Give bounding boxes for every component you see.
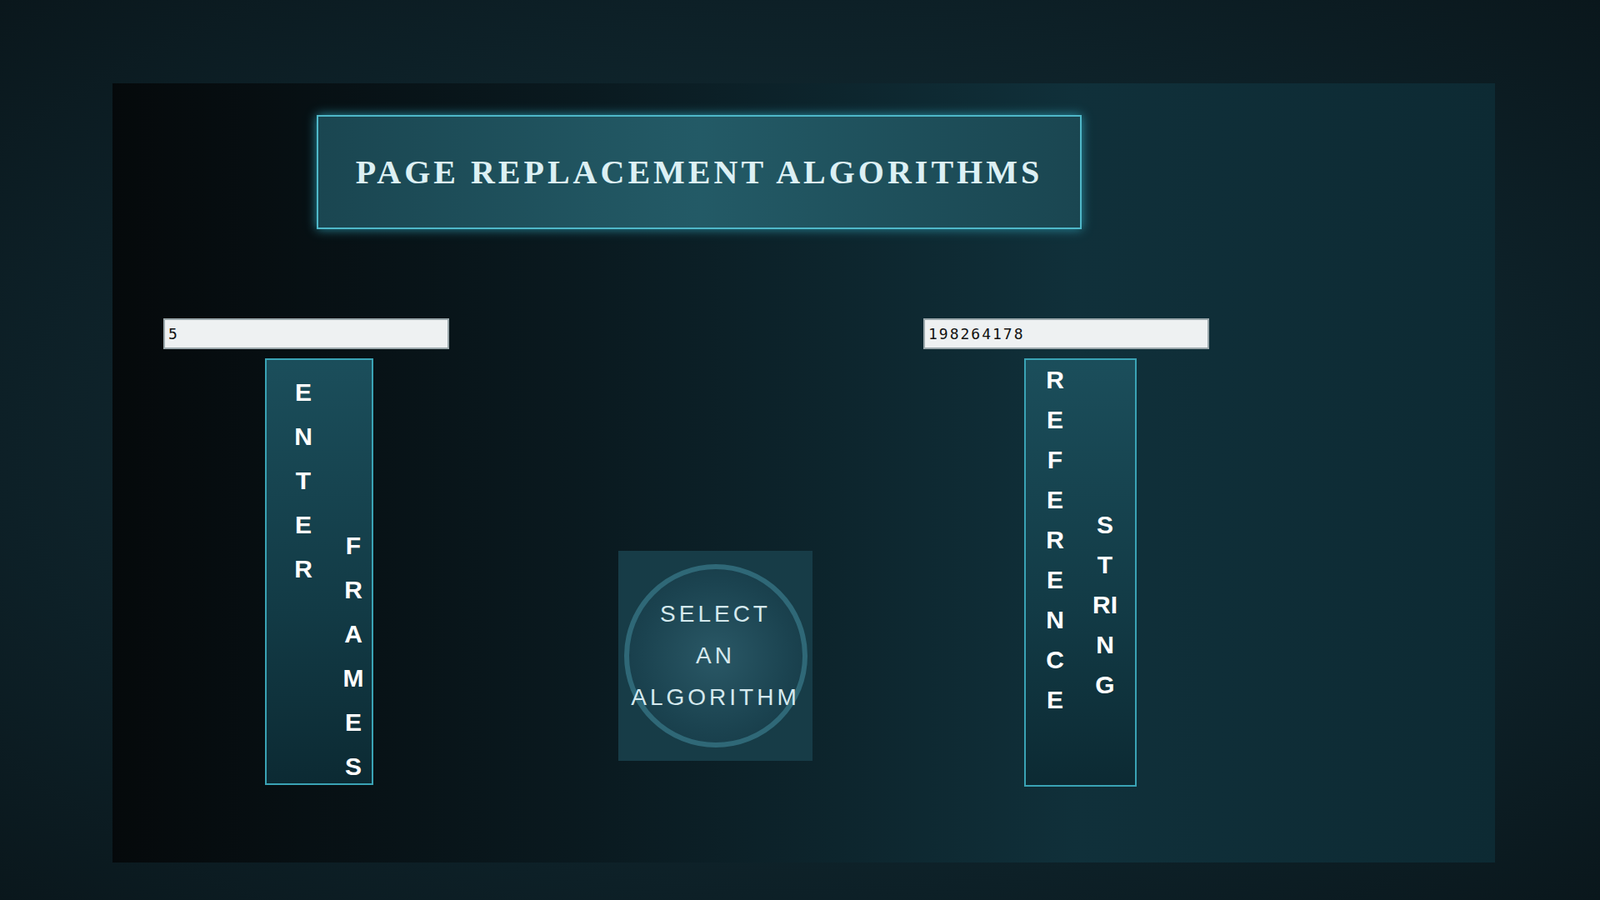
select-algorithm-button[interactable]: SELECTANALGORITHM [618, 550, 813, 761]
reference-input[interactable] [923, 318, 1210, 350]
label-word: FRAMES [340, 523, 366, 784]
button-text: ALGORITHM [630, 676, 800, 719]
page-title: PAGE REPLACEMENT ALGORITHMS [355, 147, 1043, 198]
title-banner: PAGE REPLACEMENT ALGORITHMS [316, 115, 1082, 230]
button-circle: SELECTANALGORITHM [624, 564, 808, 748]
main-panel: PAGE REPLACEMENT ALGORITHMS ENTER FRAMES S… [112, 83, 1495, 863]
frames-label-box: ENTER FRAMES [265, 358, 374, 785]
reference-label-box: REFERENCE STRING [1024, 358, 1137, 787]
button-text: SELECT [660, 593, 771, 635]
label-word: STRING [1092, 505, 1118, 785]
label-word: REFERENCE [1042, 360, 1068, 785]
button-text: AN [695, 635, 735, 677]
frames-input[interactable] [163, 318, 450, 350]
label-word: ENTER [290, 370, 316, 784]
